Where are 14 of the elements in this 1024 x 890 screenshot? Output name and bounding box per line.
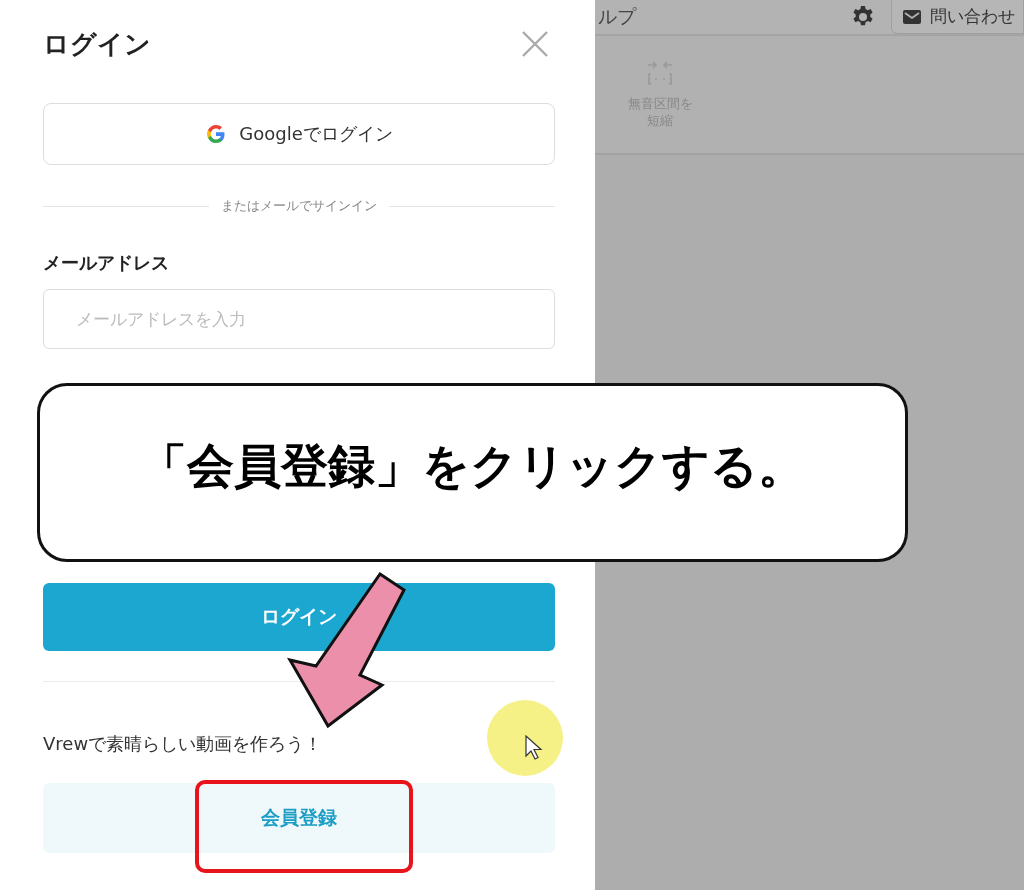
contact-button[interactable]: 問い合わせ bbox=[891, 0, 1024, 34]
cursor-icon bbox=[525, 735, 543, 761]
login-button[interactable]: ログイン bbox=[43, 583, 555, 651]
email-field[interactable]: メールアドレスを入力 bbox=[43, 289, 555, 349]
google-login-button[interactable]: Googleでログイン bbox=[43, 103, 555, 165]
field-label: メールアドレス bbox=[43, 251, 170, 275]
shrink-icon bbox=[645, 58, 675, 88]
menu-item[interactable]: ルプ bbox=[598, 4, 851, 30]
instruction-callout: 「会員登録」をクリックする。 bbox=[37, 383, 908, 562]
signup-button[interactable]: 会員登録 bbox=[43, 783, 555, 853]
promo-text: Vrewで素晴らしい動画を作ろう！ bbox=[43, 732, 323, 756]
divider-label: またはメールでサインイン bbox=[221, 197, 377, 215]
mail-icon bbox=[902, 8, 922, 25]
dialog-title: ログイン bbox=[43, 27, 151, 61]
